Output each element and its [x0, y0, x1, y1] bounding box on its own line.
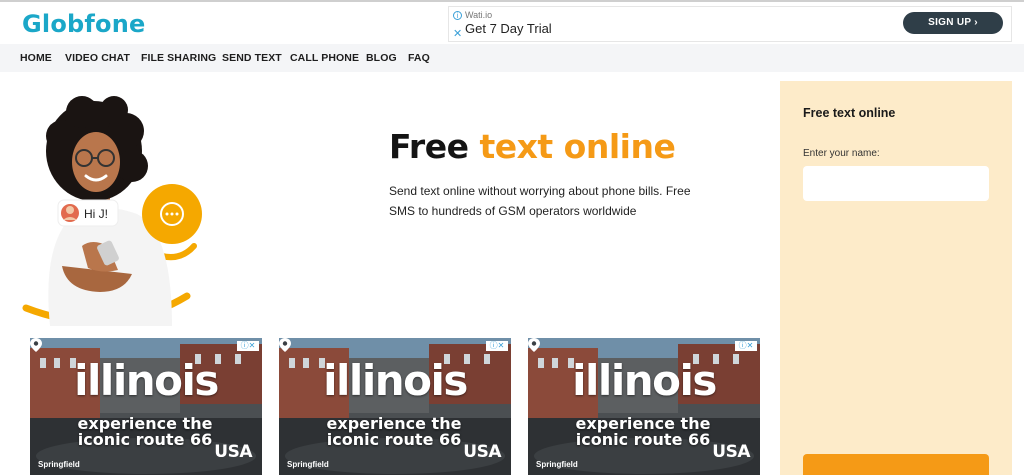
hero-title-part1: Free	[389, 127, 480, 166]
panel-submit-button[interactable]	[803, 454, 989, 475]
send-text-panel: Free text online Enter your name:	[780, 81, 1012, 475]
ad-sponsor: Wati.io	[465, 10, 493, 20]
main-nav: HOME VIDEO CHAT FILE SHARING SEND TEXT C…	[0, 44, 1024, 72]
ad-close-icon[interactable]: ✕	[453, 27, 462, 40]
name-input[interactable]	[803, 166, 989, 201]
site-header: Globfone i ✕ Wati.io Get 7 Day Trial SIG…	[0, 0, 1024, 44]
nav-faq[interactable]: FAQ	[408, 52, 430, 64]
nav-home[interactable]: HOME	[20, 52, 52, 64]
top-banner-ad[interactable]: i ✕ Wati.io Get 7 Day Trial SIGN UP ›	[448, 6, 1012, 42]
ad-headline: illinois	[74, 356, 219, 405]
location-pin-icon	[279, 338, 291, 352]
nav-file-sharing[interactable]: FILE SHARING	[141, 52, 216, 64]
hero-description: Send text online without worrying about …	[389, 184, 691, 218]
illinois-ad-card[interactable]: ⓘ✕ illinois experience the iconic route 66…	[528, 338, 760, 475]
ad-brand-logo: USA	[214, 442, 252, 462]
ad-subtitle: experience the iconic route 66	[326, 414, 462, 449]
hero-illustration	[22, 96, 202, 326]
ad-title[interactable]: Get 7 Day Trial	[465, 21, 552, 36]
ad-city: Springfield	[287, 460, 329, 469]
nav-send-text[interactable]: SEND TEXT	[222, 52, 282, 64]
name-label: Enter your name:	[803, 148, 880, 159]
illinois-ad-card[interactable]: ⓘ✕ illinois experience the iconic route 66…	[279, 338, 511, 475]
nav-call-phone[interactable]: CALL PHONE	[290, 52, 359, 64]
nav-blog[interactable]: BLOG	[366, 52, 397, 64]
panel-title: Free text online	[803, 106, 896, 120]
hero-title: Free text online	[389, 127, 676, 166]
ad-brand-logo: USA	[463, 442, 501, 462]
ad-city: Springfield	[38, 460, 80, 469]
chat-bubble-text: Hi J!	[84, 207, 108, 221]
ad-info-icon[interactable]: i	[453, 11, 462, 20]
location-pin-icon	[528, 338, 540, 352]
nav-video-chat[interactable]: VIDEO CHAT	[65, 52, 130, 64]
ad-city: Springfield	[536, 460, 578, 469]
adchoices-icon[interactable]: ⓘ✕	[735, 341, 757, 351]
illinois-ad-card[interactable]: ⓘ✕ illinois experience the iconic route 66…	[30, 338, 262, 475]
ad-subtitle: experience the iconic route 66	[575, 414, 711, 449]
ad-brand-logo: USA	[712, 442, 750, 462]
ad-headline: illinois	[323, 356, 468, 405]
location-pin-icon	[30, 338, 42, 352]
ad-signup-button[interactable]: SIGN UP ›	[903, 12, 1003, 34]
globfone-logo[interactable]: Globfone	[22, 10, 146, 38]
ad-subtitle: experience the iconic route 66	[77, 414, 213, 449]
adchoices-icon[interactable]: ⓘ✕	[486, 341, 508, 351]
adchoices-icon[interactable]: ⓘ✕	[237, 341, 259, 351]
hero-title-accent: text online	[479, 127, 676, 166]
ad-headline: illinois	[572, 356, 717, 405]
